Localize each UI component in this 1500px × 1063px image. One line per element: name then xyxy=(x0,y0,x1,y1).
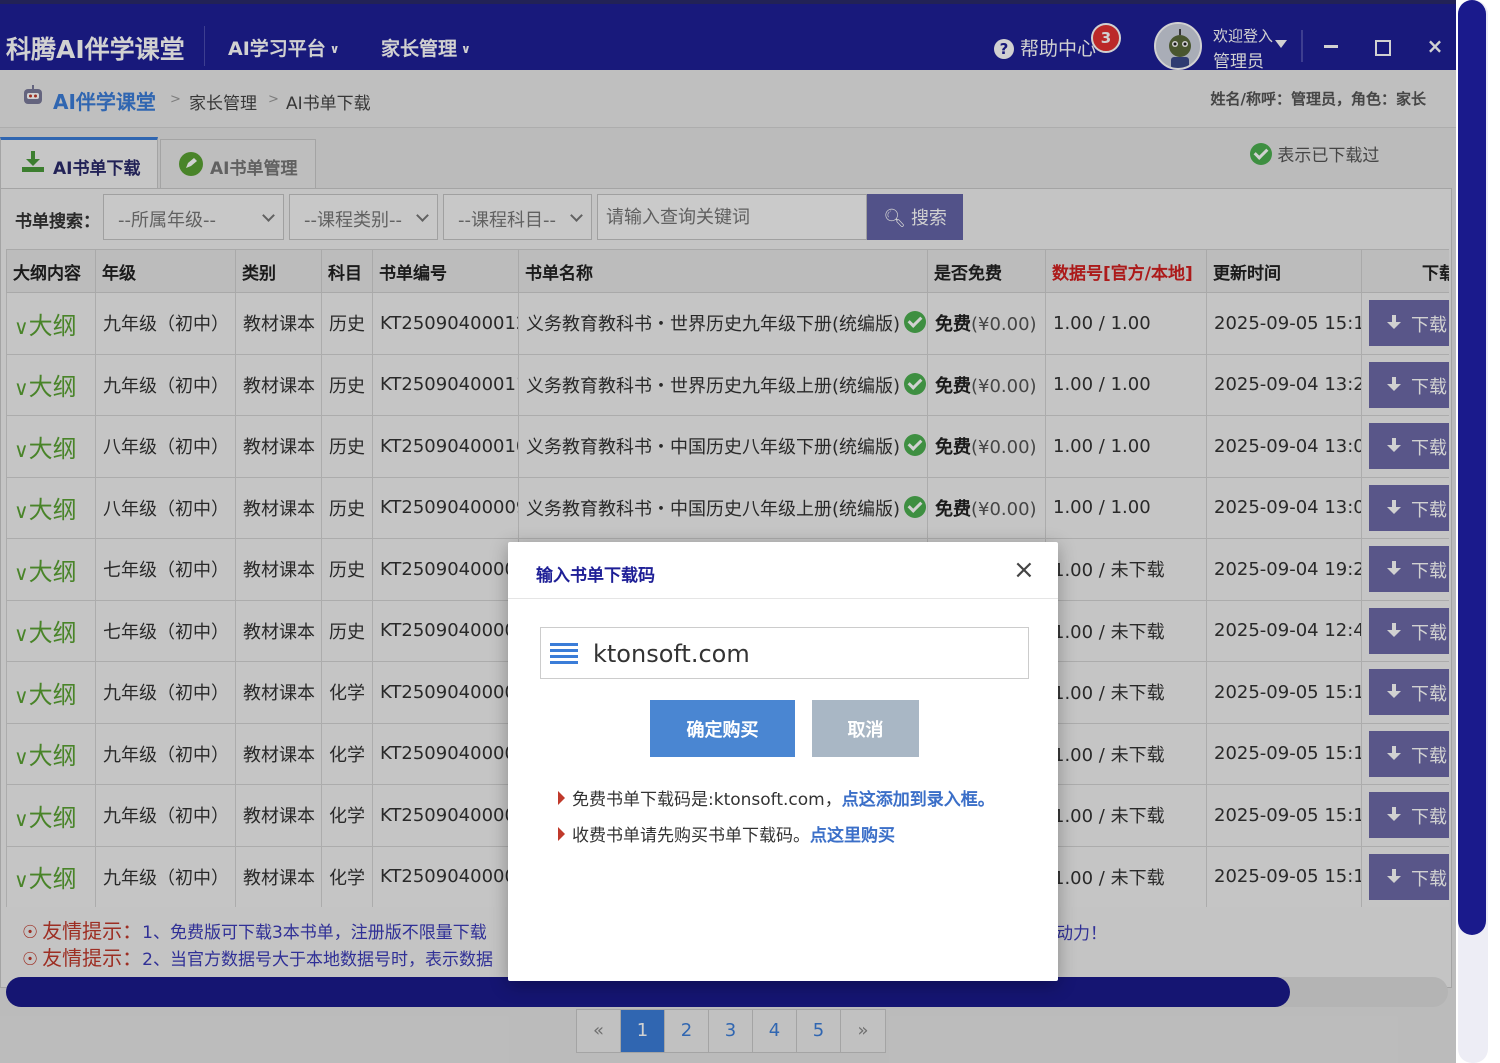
hint-text: 免费书单下载码是:ktonsoft.com， xyxy=(572,790,842,810)
dialog-title: 输入书单下载码 xyxy=(536,566,655,586)
dialog-header: 输入书单下载码 × xyxy=(508,542,1058,599)
list-icon xyxy=(550,643,578,664)
download-code-dialog: 输入书单下载码 × 确定购买 取消 免费书单下载码是:ktonsoft.com，… xyxy=(508,542,1058,981)
vertical-scrollbar-thumb[interactable] xyxy=(1458,0,1486,935)
close-icon[interactable]: × xyxy=(1013,557,1035,583)
download-code-input[interactable] xyxy=(593,634,1013,674)
add-to-input-link[interactable]: 点这添加到录入框。 xyxy=(842,790,995,810)
confirm-purchase-button[interactable]: 确定购买 xyxy=(650,700,795,757)
buy-link[interactable]: 点这里购买 xyxy=(810,826,895,846)
paid-code-hint: 收费书单请先购买书单下载码。点这里购买 xyxy=(558,821,895,846)
hint-text: 收费书单请先购买书单下载码。 xyxy=(572,826,810,846)
triangle-bullet-icon xyxy=(558,791,565,805)
app-window: 科腾AI伴学课堂 AI学习平台 ∨ 家长管理 ∨ ? 帮助中心 3 欢迎登入 管理员 … xyxy=(0,0,1456,1063)
download-code-field xyxy=(540,627,1029,679)
triangle-bullet-icon xyxy=(558,827,565,841)
free-code-hint: 免费书单下载码是:ktonsoft.com，点这添加到录入框。 xyxy=(558,785,995,810)
cancel-button[interactable]: 取消 xyxy=(812,700,919,757)
